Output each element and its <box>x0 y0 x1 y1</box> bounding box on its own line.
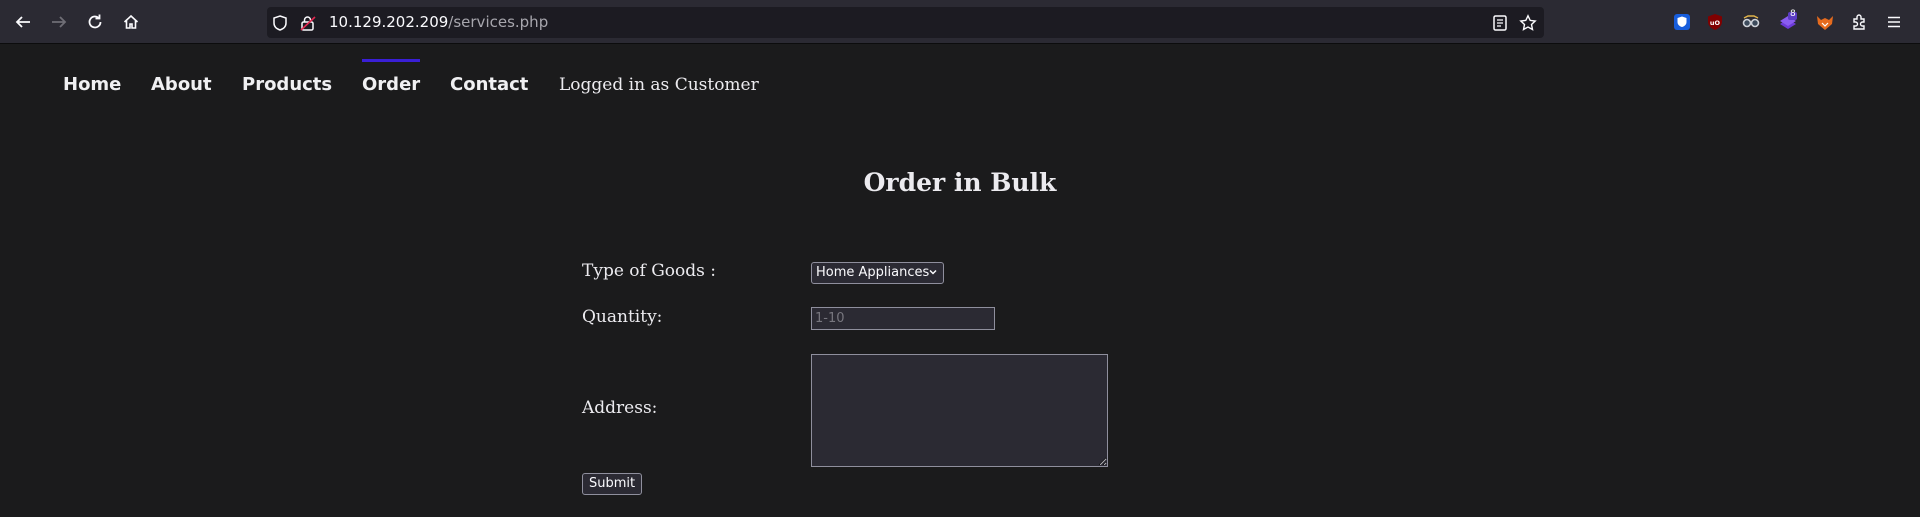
bookmark-star-icon[interactable] <box>1519 14 1537 32</box>
home-button[interactable] <box>118 9 144 35</box>
browser-toolbar: 10.129.202.209/services.php uO 8 <box>0 0 1920 44</box>
page-content: Home About Products Order Contact Logged… <box>0 44 1920 517</box>
bitwarden-extension[interactable] <box>1672 12 1692 32</box>
nav-contact[interactable]: Contact <box>450 68 528 102</box>
nav-order[interactable]: Order <box>362 59 421 102</box>
url-host: 10.129.202.209 <box>329 13 449 31</box>
shield-icon[interactable] <box>271 14 289 32</box>
svg-text:uO: uO <box>1710 19 1721 27</box>
url-text[interactable]: 10.129.202.209/services.php <box>329 7 548 38</box>
extensions-button[interactable] <box>1850 12 1870 32</box>
reload-button[interactable] <box>82 9 108 35</box>
nav-about[interactable]: About <box>151 68 212 102</box>
reader-view-icon[interactable] <box>1491 14 1509 32</box>
extension-badge: 8 <box>1790 9 1796 19</box>
chevron-down-icon <box>929 269 937 275</box>
bitwarden-shield-icon <box>1674 14 1690 30</box>
arrow-left-icon <box>15 16 30 28</box>
fox-icon <box>1817 16 1833 30</box>
goods-select[interactable]: Home Appliances <box>811 262 944 284</box>
url-bar[interactable]: 10.129.202.209/services.php <box>267 7 1544 38</box>
hackbar-extension[interactable]: 8 <box>1778 9 1798 32</box>
quantity-input[interactable] <box>811 307 995 330</box>
address-textarea[interactable] <box>811 354 1108 467</box>
goods-label: Type of Goods : <box>582 261 717 281</box>
quantity-label: Quantity: <box>582 307 663 327</box>
glasses-extension[interactable] <box>1741 12 1761 32</box>
spy-glasses-icon <box>1742 15 1760 28</box>
ublock-origin-icon: uO <box>1708 14 1722 30</box>
nav-products[interactable]: Products <box>242 68 332 102</box>
logged-in-status: Logged in as Customer <box>559 75 759 95</box>
hamburger-menu-icon <box>1888 16 1900 28</box>
nav-home[interactable]: Home <box>63 68 121 102</box>
forward-button[interactable] <box>46 9 72 35</box>
reload-icon <box>88 14 102 29</box>
address-label: Address: <box>582 398 658 418</box>
app-menu-button[interactable] <box>1884 12 1904 32</box>
arrow-right-icon <box>52 16 67 28</box>
url-path: /services.php <box>448 13 549 31</box>
goods-select-value: Home Appliances <box>816 265 930 280</box>
foxyproxy-extension[interactable] <box>1815 12 1835 32</box>
back-button[interactable] <box>10 9 36 35</box>
ublock-extension[interactable]: uO <box>1705 12 1725 32</box>
home-icon <box>123 14 139 29</box>
insecure-lock-icon[interactable] <box>299 14 317 32</box>
page-title: Order in Bulk <box>863 168 1057 197</box>
puzzle-piece-icon <box>1853 14 1865 30</box>
submit-button[interactable]: Submit <box>582 473 643 495</box>
